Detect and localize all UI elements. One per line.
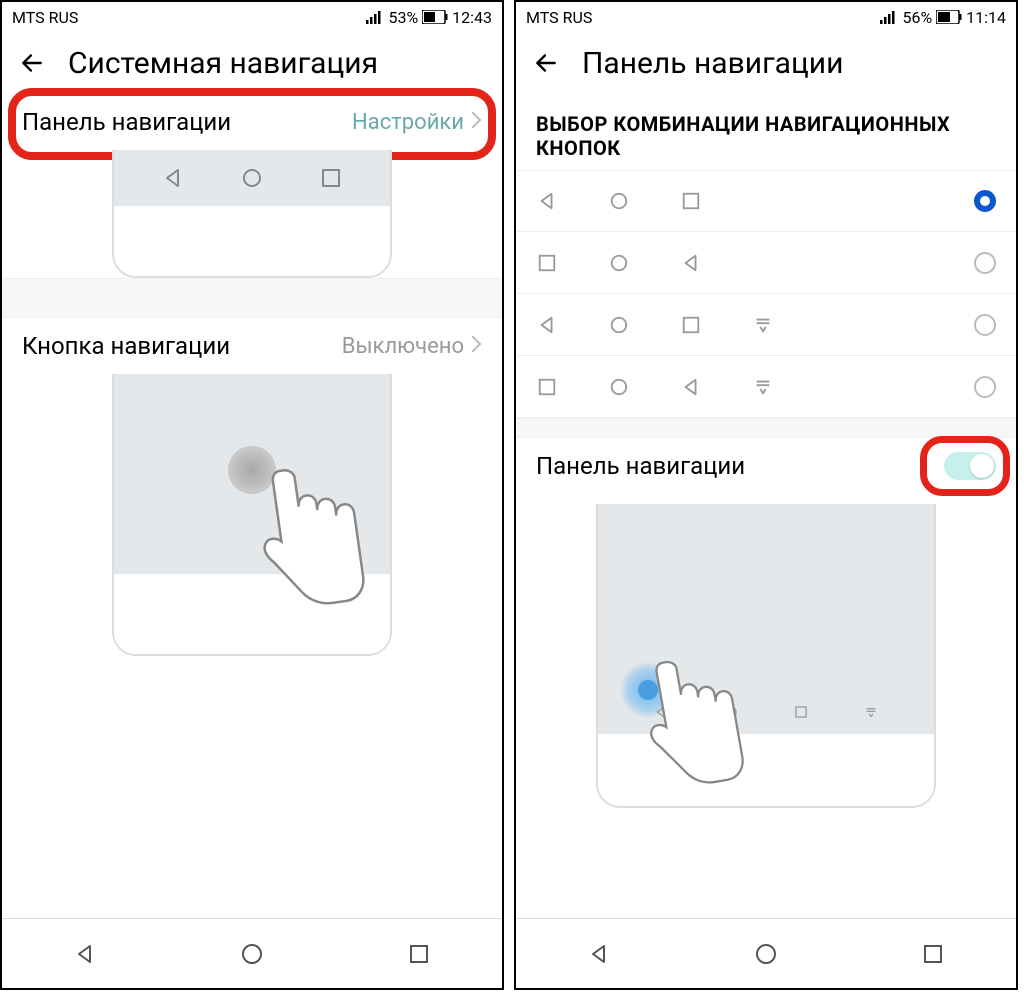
preview-navbar-touch [596, 504, 936, 808]
nav-button-value: Выключено [342, 334, 464, 359]
carrier-label: MTS RUS [12, 8, 78, 27]
chevron-right-icon [470, 110, 482, 135]
radio-button[interactable] [974, 314, 996, 336]
sys-recent-icon[interactable] [921, 942, 945, 966]
home-circle-icon [241, 167, 263, 189]
notif-icon [864, 705, 878, 719]
home-circle-icon [608, 252, 630, 274]
time-label: 12:43 [452, 8, 492, 27]
recent-square-icon [680, 314, 702, 336]
system-nav-bar [516, 918, 1016, 988]
preview-gesture [112, 374, 392, 656]
notif-icon [752, 376, 774, 398]
sys-home-icon[interactable] [754, 942, 778, 966]
recent-square-icon [794, 705, 808, 719]
recent-square-icon [680, 190, 702, 212]
nav-panel-row[interactable]: Панель навигации Настройки [2, 94, 502, 150]
radio-button[interactable] [974, 252, 996, 274]
battery-icon [936, 10, 962, 24]
nav-panel-label: Панель навигации [22, 108, 231, 136]
signal-icon [366, 10, 384, 24]
recent-square-icon [320, 167, 342, 189]
sys-back-icon[interactable] [587, 942, 611, 966]
title-bar: Панель навигации [516, 32, 1016, 94]
back-triangle-icon [680, 376, 702, 398]
hand-icon [236, 454, 378, 633]
nav-button-row[interactable]: Кнопка навигации Выключено [2, 318, 502, 374]
radio-button[interactable] [974, 376, 996, 398]
home-circle-icon [608, 314, 630, 336]
page-title: Системная навигация [68, 46, 378, 81]
nav-panel-toggle-row[interactable]: Панель навигации [516, 438, 1016, 494]
home-circle-icon [608, 190, 630, 212]
preview-navbar [112, 150, 392, 278]
status-bar: MTS RUS 53% 12:43 [2, 2, 502, 32]
combo-option-1[interactable] [516, 232, 1016, 294]
combo-option-2[interactable] [516, 294, 1016, 356]
sys-home-icon[interactable] [240, 942, 264, 966]
signal-icon [880, 10, 898, 24]
back-triangle-icon [536, 190, 558, 212]
left-phone: MTS RUS 53% 12:43 Системная навигация Па… [0, 0, 504, 990]
back-triangle-icon [162, 167, 184, 189]
divider [2, 278, 502, 318]
recent-square-icon [536, 376, 558, 398]
system-nav-bar [2, 918, 502, 988]
sys-back-icon[interactable] [73, 942, 97, 966]
right-phone: MTS RUS 56% 11:14 Панель навигации ВЫБОР… [514, 0, 1018, 990]
combo-section-header: ВЫБОР КОМБИНАЦИИ НАВИГАЦИОННЫХ КНОПОК [516, 94, 1016, 170]
battery-label: 53% [388, 8, 418, 27]
toggle-label: Панель навигации [536, 452, 745, 480]
sys-recent-icon[interactable] [407, 942, 431, 966]
toggle-switch[interactable] [944, 452, 996, 480]
status-bar: MTS RUS 56% 11:14 [516, 2, 1016, 32]
back-triangle-icon [536, 314, 558, 336]
chevron-right-icon [470, 334, 482, 359]
battery-label: 56% [902, 8, 932, 27]
battery-icon [422, 10, 448, 24]
combo-option-3[interactable] [516, 356, 1016, 418]
nav-panel-value: Настройки [352, 110, 464, 135]
recent-square-icon [536, 252, 558, 274]
combo-option-0[interactable] [516, 170, 1016, 232]
title-bar: Системная навигация [2, 32, 502, 94]
page-title: Панель навигации [582, 46, 843, 81]
back-icon[interactable] [532, 49, 560, 77]
carrier-label: MTS RUS [526, 8, 592, 27]
combo-list [516, 170, 1016, 418]
home-circle-icon [608, 376, 630, 398]
back-icon[interactable] [18, 49, 46, 77]
nav-button-label: Кнопка навигации [22, 332, 230, 360]
back-triangle-icon [680, 252, 702, 274]
divider [516, 418, 1016, 438]
notif-icon [752, 314, 774, 336]
time-label: 11:14 [966, 8, 1006, 27]
radio-button[interactable] [974, 190, 996, 212]
